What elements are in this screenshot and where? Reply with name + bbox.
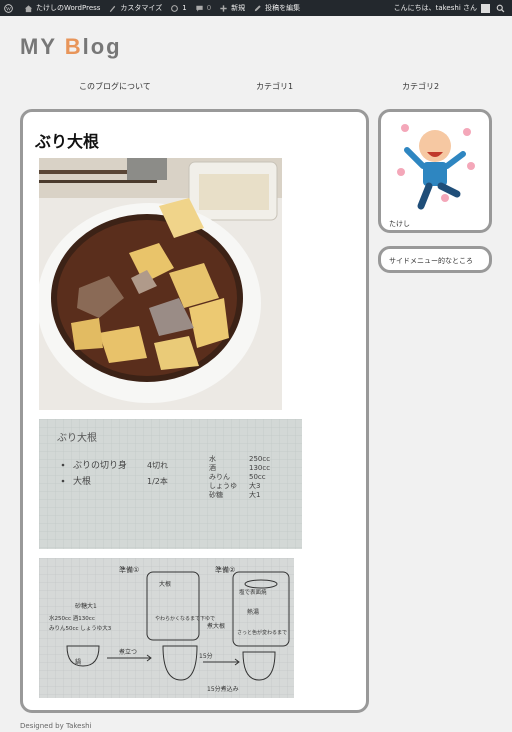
site-title[interactable]: MY Blog	[20, 34, 122, 60]
nav-item-about[interactable]: このブログについて	[79, 81, 151, 92]
admin-edit-post-label: 投稿を編集	[265, 4, 301, 12]
seasoning-qty-4: 大3	[249, 481, 260, 490]
ingredient-fish: ぶりの切り身	[73, 459, 127, 471]
footer-credit: Designed by Takeshi	[20, 722, 92, 730]
recipe-heading: ぶり大根	[57, 431, 97, 444]
nav-item-category2[interactable]: カテゴリ2	[402, 81, 439, 92]
seasoning-1: 水	[209, 454, 216, 463]
admin-updates-count: 1	[182, 4, 187, 12]
seasoning-qty-1: 250cc	[249, 455, 270, 463]
recipe-ingredients-photo: ぶり大根 ぶりの切り身 4切れ 大根 1/2本 水 酒 みりん しょうゆ 砂糖 …	[39, 419, 302, 549]
admin-edit-post-link[interactable]: 投稿を編集	[253, 3, 300, 13]
admin-updates-link[interactable]: 1	[170, 4, 187, 13]
prep-2: 準備②	[215, 565, 235, 574]
ingredient-daikon-qty: 1/2本	[147, 476, 168, 486]
comment-icon	[196, 5, 203, 12]
seasoning-5: 砂糖	[209, 490, 223, 499]
admin-customize-label: カスタマイズ	[120, 4, 163, 12]
admin-site-name: たけしのWordPress	[36, 4, 101, 12]
site-title-prefix: MY	[20, 34, 65, 59]
mix-sugar: 砂糖大1	[75, 602, 97, 610]
mix-water-sake: 水250cc 酒130cc	[49, 614, 95, 622]
recipe-steps-art: 準備① 準備② 砂糖大1 水250cc 酒130cc みりん50cc しょうゆ大…	[39, 558, 294, 698]
daikon-label: 大根	[159, 580, 171, 588]
mix-mirin-soy: みりん50cc しょうゆ大3	[49, 624, 112, 632]
seasoning-qty-3: 50cc	[249, 473, 266, 481]
admin-comments-count: 0	[206, 4, 212, 12]
recipe-steps-photo: 準備① 準備② 砂糖大1 水250cc 酒130cc みりん50cc しょうゆ大…	[39, 558, 294, 698]
nav-item-category1[interactable]: カテゴリ1	[256, 81, 293, 92]
admin-customize-link[interactable]: カスタマイズ	[108, 3, 162, 13]
seasoning-qty-5: 大1	[249, 490, 260, 499]
buri-daikon-photo	[39, 158, 282, 410]
main-nav: このブログについて カテゴリ1 カテゴリ2	[0, 81, 512, 95]
seasoning-3: みりん	[209, 473, 230, 481]
daikon-soft-note: やわらかくなるまで下ゆで	[155, 615, 215, 622]
seasoning-2: 酒	[209, 464, 216, 472]
admin-greeting: こんにちは、takeshi さん	[393, 4, 477, 12]
brush-icon	[110, 5, 116, 12]
hot-water-note: 熱湯	[247, 608, 259, 616]
wordpress-logo-icon[interactable]: W	[4, 3, 16, 13]
refresh-icon	[171, 4, 179, 12]
ingredient-daikon: 大根	[73, 475, 91, 487]
admin-new-label: 新規	[231, 4, 246, 12]
pencil-icon	[254, 4, 261, 11]
post-card: ぶり大根 ぶり大根 ぶりの切り身 4切れ 大根 1/2本 水 酒 みりん しょう…	[20, 109, 369, 713]
profile-illustration	[397, 124, 475, 210]
ingredient-fish-qty: 4切れ	[147, 461, 168, 470]
sidebar-menu-label: サイドメニュー的なところ	[389, 257, 473, 265]
post-title: ぶり大根	[35, 134, 100, 151]
simmer-note: 15分煮込み	[207, 685, 239, 693]
admin-site-link[interactable]: たけしのWordPress	[24, 3, 100, 13]
admin-comments-link[interactable]: 0	[195, 4, 211, 13]
admin-new-link[interactable]: 新規	[219, 3, 245, 13]
step-time: 15分	[199, 652, 213, 660]
sidebar-menu[interactable]: サイドメニュー的なところ	[378, 246, 492, 273]
food-photo-art	[39, 158, 282, 410]
add-daikon-note: 煮大根	[207, 622, 225, 630]
seasoning-qty-2: 130cc	[249, 464, 270, 472]
profile-name: たけし	[389, 220, 410, 228]
surface-note: さっと色が変わるまで	[237, 629, 287, 636]
step-boil: 煮立つ	[119, 648, 137, 656]
plus-icon	[220, 4, 227, 12]
site-title-suffix: log	[82, 34, 122, 59]
admin-bar: W たけしのWordPress カスタマイズ 1 0 新規 投稿を編集 こんにち…	[0, 0, 512, 16]
home-icon	[24, 4, 33, 12]
site-title-accent: B	[64, 34, 83, 59]
admin-avatar	[481, 3, 490, 13]
fish-salt-note: 塩で表面焼	[239, 588, 267, 596]
seasoning-4: しょうゆ	[209, 482, 237, 490]
prep-1: 準備①	[119, 565, 139, 574]
recipe-ingredients-art: ぶり大根 ぶりの切り身 4切れ 大根 1/2本 水 酒 みりん しょうゆ 砂糖 …	[39, 419, 302, 549]
search-icon[interactable]	[496, 4, 505, 13]
profile-card: たけし	[378, 109, 492, 233]
admin-account-menu[interactable]: こんにちは、takeshi さん	[394, 3, 490, 13]
